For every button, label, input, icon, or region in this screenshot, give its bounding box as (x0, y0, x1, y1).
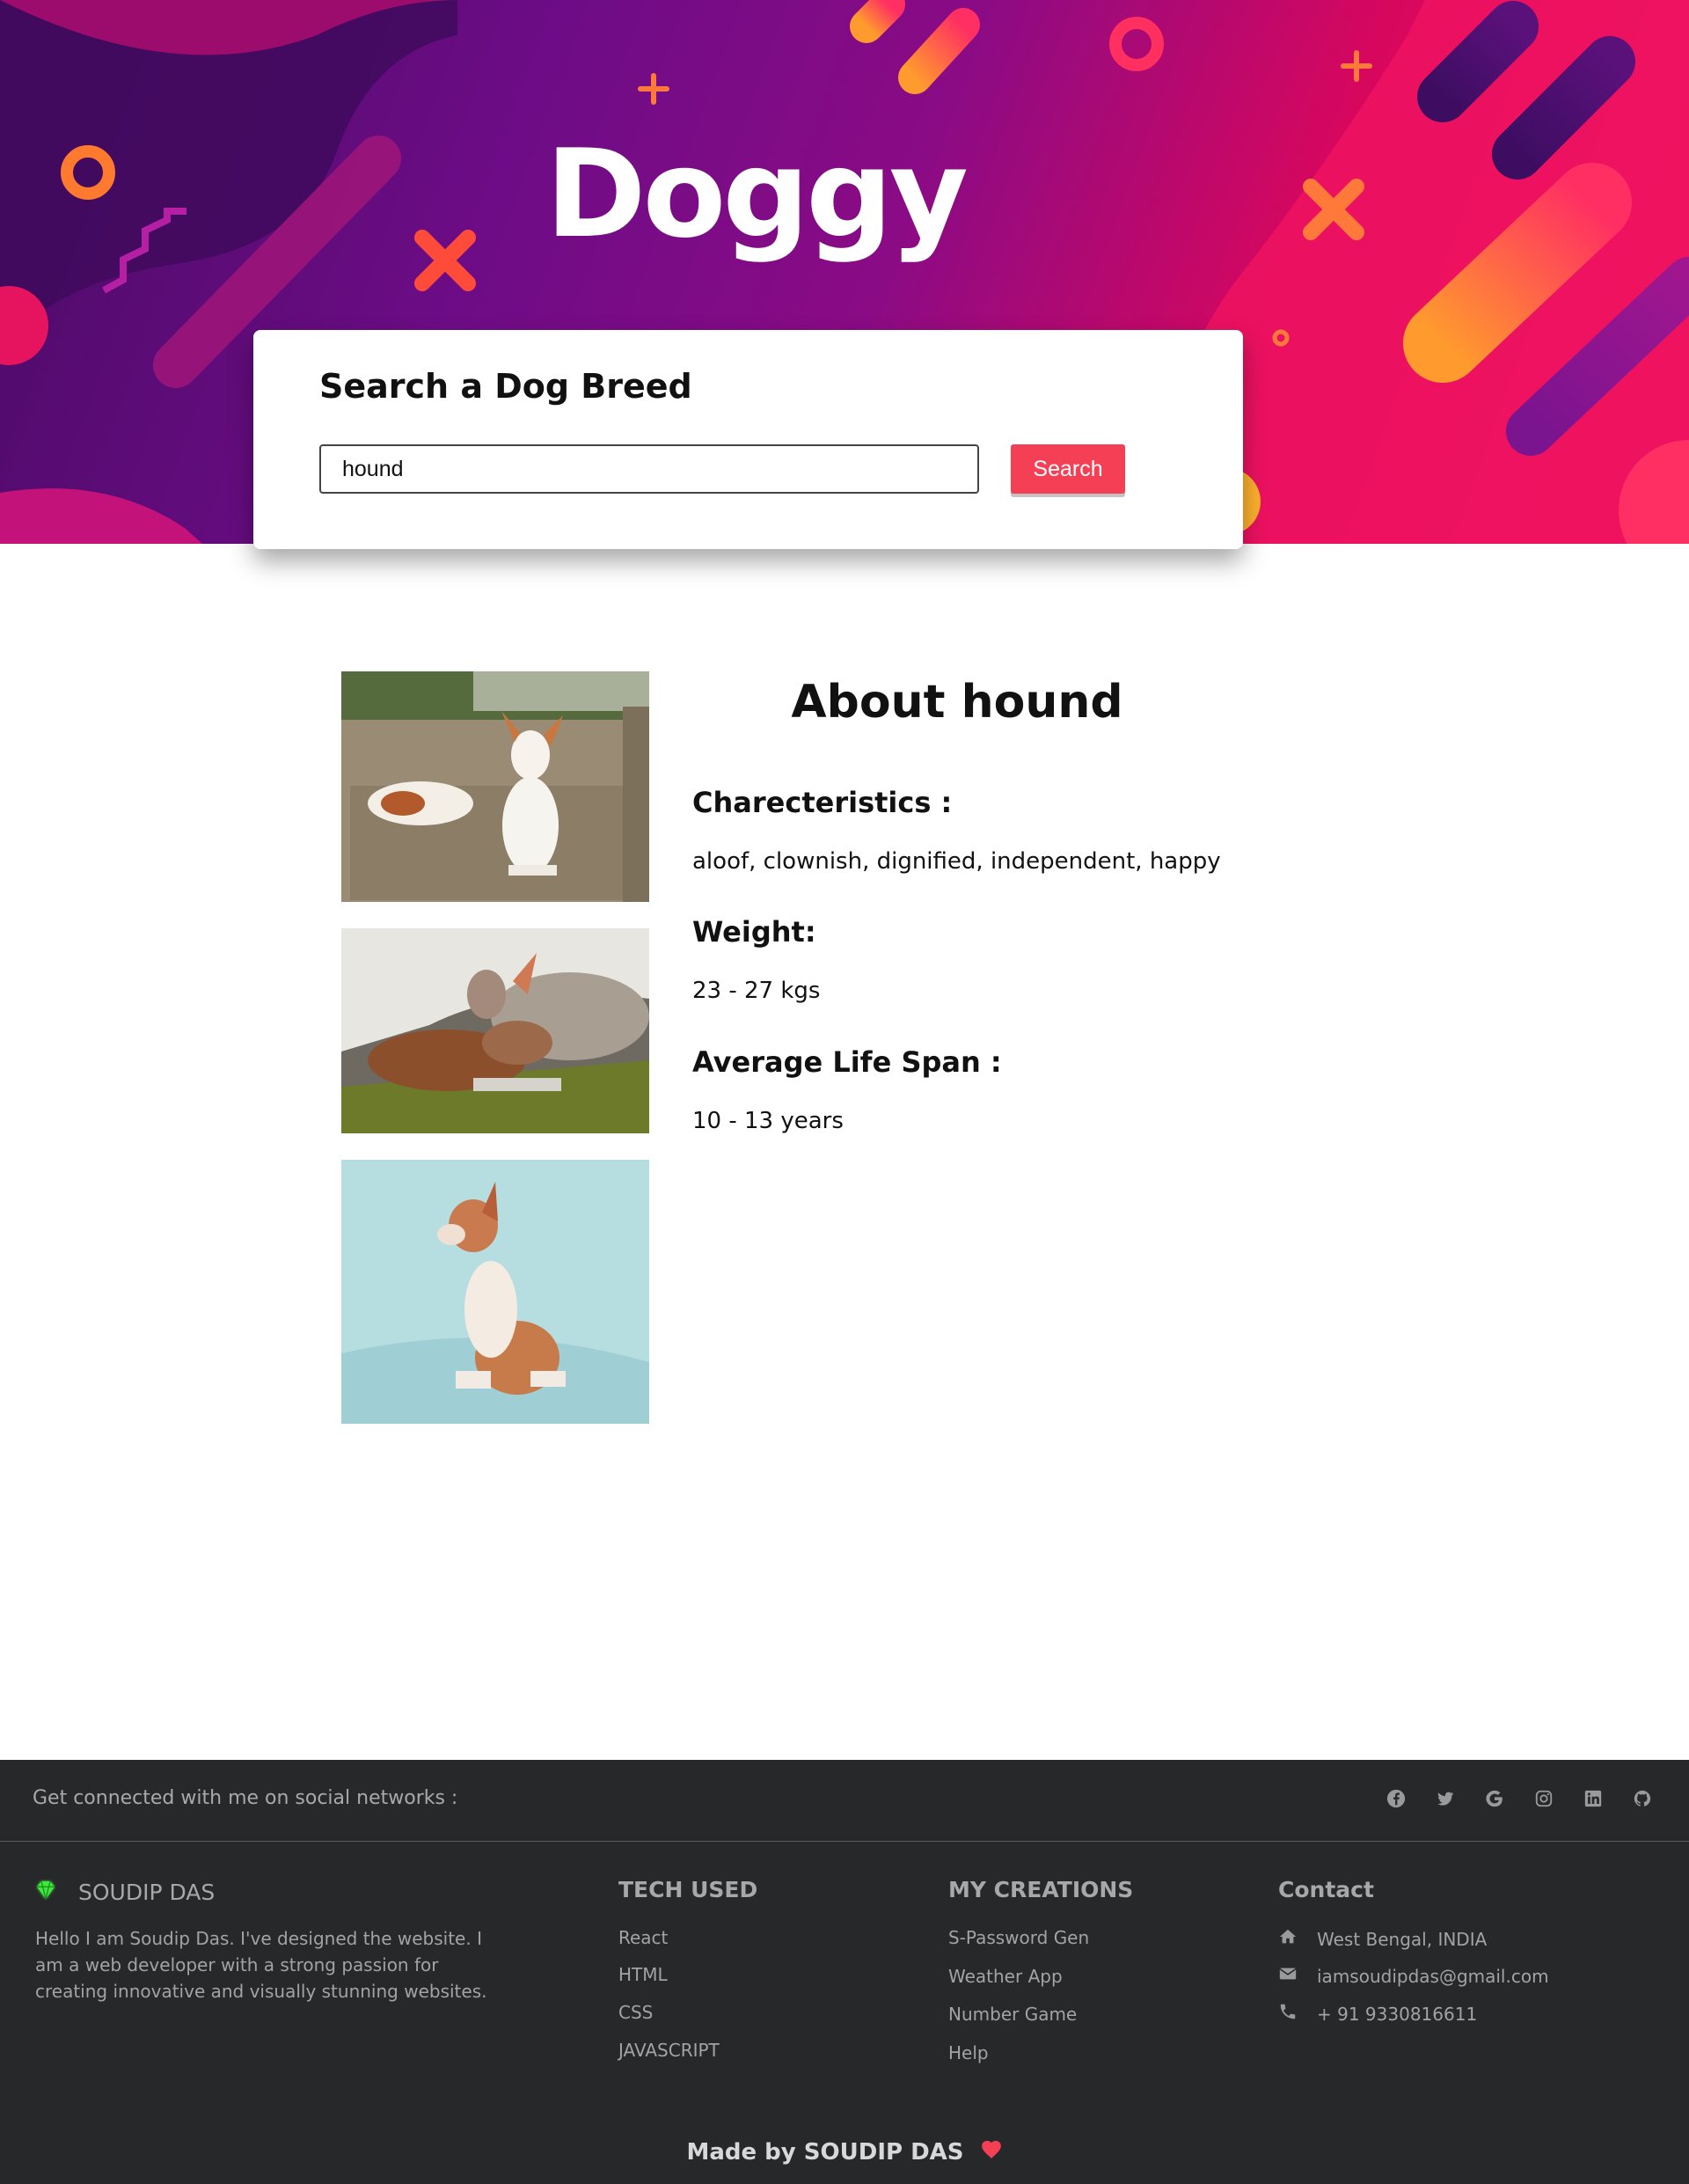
tech-link-html[interactable]: HTML (618, 1964, 668, 1985)
search-title: Search a Dog Breed (319, 367, 692, 406)
tech-used-title: TECH USED (618, 1877, 758, 1902)
dog-photo-2 (341, 928, 649, 1133)
contact-email-text[interactable]: iamsoudipdas@gmail.com (1317, 1966, 1549, 1987)
my-creations-title: MY CREATIONS (948, 1877, 1134, 1902)
creation-link-weather-app[interactable]: Weather App (948, 1966, 1063, 1987)
footer-about-text: Hello I am Soudip Das. I've designed the… (35, 1928, 487, 2002)
weight-heading: Weight: (692, 915, 816, 949)
github-icon[interactable] (1629, 1785, 1656, 1812)
dog-photo-1 (341, 671, 649, 902)
gem-icon (33, 1877, 59, 1907)
search-card: Search a Dog Breed Search (253, 330, 1243, 549)
social-icons (1383, 1785, 1656, 1812)
instagram-icon[interactable] (1531, 1785, 1557, 1812)
creation-link-number-game[interactable]: Number Game (948, 2004, 1077, 2025)
characteristics-heading: Charecteristics : (692, 786, 953, 819)
home-icon (1278, 1927, 1298, 1951)
linkedin-icon[interactable] (1580, 1785, 1606, 1812)
heart-icon (980, 2138, 1003, 2166)
about-title: About hound (791, 676, 1123, 729)
contact-address-text: West Bengal, INDIA (1317, 1928, 1488, 1950)
contact-title: Contact (1278, 1877, 1374, 1902)
twitter-icon[interactable] (1432, 1785, 1459, 1812)
creation-link-password-gen[interactable]: S-Password Gen (948, 1927, 1089, 1948)
facebook-icon[interactable] (1383, 1785, 1409, 1812)
contact-address: West Bengal, INDIA (1278, 1927, 1487, 1951)
life-span-heading: Average Life Span : (692, 1045, 1002, 1079)
characteristics-value: aloof, clownish, dignified, independent,… (692, 848, 1221, 875)
contact-email: iamsoudipdas@gmail.com (1278, 1964, 1549, 1988)
google-icon[interactable] (1481, 1785, 1508, 1812)
made-by-text: Made by SOUDIP DAS (686, 2138, 964, 2166)
footer-brand: SOUDIP DAS (33, 1877, 215, 1907)
contact-phone: + 91 9330816611 (1278, 2002, 1477, 2026)
dog-photo-3 (341, 1160, 649, 1424)
footer: Get connected with me on social networks… (0, 1760, 1689, 2184)
social-text: Get connected with me on social networks… (33, 1787, 458, 1809)
contact-phone-text: + 91 9330816611 (1317, 2003, 1478, 2025)
brand-name: SOUDIP DAS (78, 1879, 216, 1905)
tech-link-react[interactable]: React (618, 1927, 668, 1948)
social-bar: Get connected with me on social networks… (0, 1760, 1689, 1842)
tech-link-javascript[interactable]: JAVASCRIPT (618, 2040, 720, 2061)
site-title: Doggy (545, 123, 969, 265)
life-span-value: 10 - 13 years (692, 1108, 844, 1134)
made-by: Made by SOUDIP DAS (0, 2138, 1689, 2166)
search-input[interactable] (319, 444, 979, 494)
tech-link-css[interactable]: CSS (618, 2002, 653, 2023)
search-button[interactable]: Search (1011, 444, 1125, 494)
weight-value: 23 - 27 kgs (692, 978, 821, 1004)
envelope-icon (1278, 1964, 1298, 1988)
phone-icon (1278, 2002, 1298, 2026)
creation-link-help[interactable]: Help (948, 2042, 989, 2063)
